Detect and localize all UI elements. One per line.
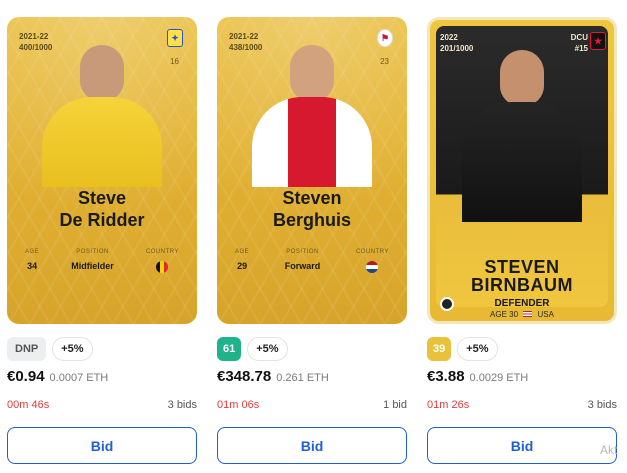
belgium-flag-icon — [156, 261, 169, 273]
auction-info: 00m 46s 3 bids — [7, 399, 197, 411]
bid-count: 3 bids — [167, 399, 197, 411]
club-badge-icon: ✦ — [167, 29, 183, 47]
bid-button[interactable]: Bid — [217, 427, 407, 464]
price: €3.88 0.0029 ETH — [427, 368, 627, 385]
card-tags: 39 +5% — [427, 336, 627, 362]
season: 2022 — [440, 33, 458, 42]
score-badge: 39 — [427, 337, 452, 361]
shirt-number: 16 — [170, 57, 179, 66]
auction-info: 01m 26s 3 bids — [427, 399, 617, 411]
player-stats: AGE 34 POSITION Midfielder COUNTRY — [25, 249, 179, 273]
age-country: AGE 30 USA — [490, 310, 554, 319]
player-card[interactable]: 2022 201/1000 DCU #15 ★ STEVEN BIRNBAUM … — [427, 17, 617, 324]
boost-badge: +5% — [457, 337, 498, 361]
season: 2021-22 — [19, 32, 49, 41]
activation-watermark: Akt — [600, 443, 618, 457]
shirt-number: 23 — [380, 57, 389, 66]
player-card[interactable]: 2021-22 400/1000 ✦ 16 Steve De Ridder AG… — [7, 17, 197, 324]
club-code: DCU — [570, 33, 588, 42]
card-tags: 61 +5% — [217, 336, 417, 362]
player-card[interactable]: 2021-22 438/1000 ⚑ 23 Steven Berghuis AG… — [217, 17, 407, 324]
score-badge: 61 — [217, 337, 242, 361]
player-photo — [462, 50, 582, 222]
player-name: STEVEN BIRNBAUM — [471, 257, 573, 295]
card-tags: DNP +5% — [7, 336, 207, 362]
price: €348.78 0.261 ETH — [217, 368, 417, 385]
price-fiat: €348.78 — [217, 368, 272, 385]
player-photo — [42, 45, 162, 187]
score-badge: DNP — [7, 337, 47, 361]
soccer-ball-icon — [440, 297, 454, 311]
netherlands-flag-icon — [366, 261, 379, 273]
bid-count: 1 bid — [383, 399, 407, 411]
bid-count: 3 bids — [587, 399, 617, 411]
time-remaining: 01m 06s — [217, 399, 260, 411]
position: DEFENDER — [494, 298, 550, 309]
bid-button[interactable]: Bid — [7, 427, 197, 464]
player-photo — [252, 45, 372, 187]
time-remaining: 00m 46s — [7, 399, 50, 411]
player-stats: AGE 29 POSITION Forward COUNTRY — [235, 249, 389, 273]
boost-badge: +5% — [247, 337, 288, 361]
ajax-club-icon: ⚑ — [377, 29, 393, 47]
bid-button[interactable]: Bid — [427, 427, 617, 464]
usa-flag-icon — [523, 311, 533, 317]
price: €0.94 0.0007 ETH — [7, 368, 207, 385]
boost-badge: +5% — [52, 337, 93, 361]
time-remaining: 01m 26s — [427, 399, 470, 411]
dc-united-crest-icon: ★ — [590, 32, 606, 50]
price-eth: 0.0007 ETH — [49, 372, 109, 384]
price-eth: 0.0029 ETH — [469, 372, 529, 384]
season: 2021-22 — [229, 32, 259, 41]
price-fiat: €0.94 — [7, 368, 45, 385]
auction-info: 01m 06s 1 bid — [217, 399, 407, 411]
player-name: Steve De Ridder — [59, 188, 145, 230]
price-eth: 0.261 ETH — [276, 372, 329, 384]
price-fiat: €3.88 — [427, 368, 465, 385]
player-name: Steven Berghuis — [272, 188, 351, 230]
